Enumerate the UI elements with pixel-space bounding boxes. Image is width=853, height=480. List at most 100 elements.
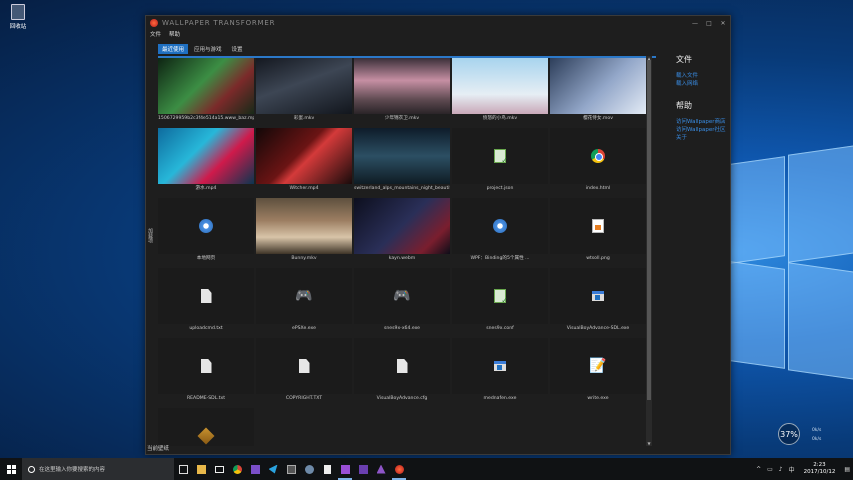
notification-icon[interactable]: ▤: [844, 466, 850, 473]
telegram-icon[interactable]: [264, 458, 282, 480]
grid-item[interactable]: kayn.webm: [354, 198, 450, 268]
help-heading: 帮助: [676, 101, 692, 110]
visual-studio-icon[interactable]: [246, 458, 264, 480]
document-icon[interactable]: [318, 458, 336, 480]
grid-item-caption: uploadcmd.txt: [189, 326, 223, 331]
file-thumbnail: 📝: [550, 338, 646, 394]
cpu-percent: 37%: [780, 429, 798, 439]
start-button[interactable]: [0, 458, 22, 480]
chrome-taskbar-icon[interactable]: [228, 458, 246, 480]
grid-item[interactable]: WPF：Binding的5个属性 ...: [452, 198, 548, 268]
grid-item[interactable]: [158, 408, 254, 446]
upload-speed: 0k/s: [812, 428, 822, 433]
tab-recent[interactable]: 最近使用: [158, 44, 189, 54]
visual-studio-icon-2[interactable]: [336, 458, 354, 480]
menu-help[interactable]: 帮助: [169, 30, 180, 39]
taskbar: 在这里输入你要搜索的内容 ^ ▭ ♪ 中 2:23 2017/10/12 ▤: [0, 458, 853, 480]
grid-item-caption: mednafen.exe: [483, 396, 517, 401]
grid-scrollbar[interactable]: ▲ ▼: [646, 56, 652, 446]
file-explorer-icon[interactable]: [192, 458, 210, 480]
ime-icon[interactable]: 中: [789, 465, 795, 474]
file-thumbnail: [550, 128, 646, 184]
taskbar-clock[interactable]: 2:23 2017/10/12: [804, 462, 836, 476]
maximize-button[interactable]: □: [702, 20, 716, 27]
grid-item[interactable]: 彩蛋.mkv: [256, 58, 352, 128]
visual-studio-icon-3[interactable]: [354, 458, 372, 480]
taskbar-search[interactable]: 在这里输入你要搜索的内容: [22, 458, 174, 480]
file-thumbnail: [550, 268, 646, 324]
grid-item[interactable]: mednafen.exe: [452, 338, 548, 408]
system-monitor-widget[interactable]: 37%: [778, 423, 800, 445]
grid-item[interactable]: 游水.mp4: [158, 128, 254, 198]
grid-item[interactable]: snes9x.conf: [452, 268, 548, 338]
game-app-icon[interactable]: [372, 458, 390, 480]
grid-item-caption: snes9x.conf: [486, 326, 514, 331]
load-file-link[interactable]: 载入文件: [676, 72, 731, 80]
calculator-icon[interactable]: [282, 458, 300, 480]
grid-item[interactable]: 少年锦衣卫.mkv: [354, 58, 450, 128]
grid-item-caption: Witcher.mp4: [289, 186, 319, 191]
scrollbar-thumb[interactable]: [647, 60, 651, 400]
grid-item-caption: project.json: [486, 186, 514, 191]
tray-overflow-icon[interactable]: ^: [756, 466, 761, 473]
grid-item[interactable]: project.json: [452, 128, 548, 198]
doc-icon: [298, 359, 310, 373]
mail-icon[interactable]: [210, 458, 228, 480]
file-thumbnail: 🎮: [354, 268, 450, 324]
minimize-button[interactable]: —: [688, 20, 702, 27]
grid-item[interactable]: VisualBoyAdvance.cfg: [354, 338, 450, 408]
network-icon[interactable]: ▭: [767, 466, 773, 473]
grid-item[interactable]: uploadcmd.txt: [158, 268, 254, 338]
grid-item[interactable]: switzerland_alps_mountains_night_beautif…: [354, 128, 450, 198]
right-panel: 文件 载入文件 载入网络 帮助 访问Wallpaper商店 访问Wallpape…: [676, 54, 731, 142]
grid-item[interactable]: README-SDL.txt: [158, 338, 254, 408]
visit-store-link[interactable]: 访问Wallpaper商店: [676, 118, 731, 126]
file-grid: 1506729959b2c3f4e514a15.www_baz.mp4 彩蛋.mk…: [158, 58, 656, 446]
menu-bar: 文件 帮助: [146, 30, 730, 39]
grid-item[interactable]: 🎮 ePSXe.exe: [256, 268, 352, 338]
grid-item[interactable]: index.html: [550, 128, 646, 198]
windows-start-icon: [6, 464, 16, 474]
grid-item[interactable]: COPYRIGHT.TXT: [256, 338, 352, 408]
visit-community-link[interactable]: 访问Wallpaper社区: [676, 126, 731, 134]
wallpaper-thumbnail: [354, 198, 450, 254]
grid-item[interactable]: VisualBoyAdvance-SDL.exe: [550, 268, 646, 338]
wallpaper-transformer-taskbar-icon[interactable]: [390, 458, 408, 480]
doc-icon: [200, 359, 212, 373]
volume-icon[interactable]: ♪: [779, 466, 783, 473]
load-web-link[interactable]: 载入网络: [676, 80, 731, 88]
exe-icon: [592, 291, 604, 301]
grid-item[interactable]: 愤怒的小鸟.mkv: [452, 58, 548, 128]
app-icon-1[interactable]: [300, 458, 318, 480]
close-button[interactable]: ✕: [716, 20, 730, 27]
title-bar[interactable]: WALLPAPER TRANSFORMER — □ ✕: [146, 16, 730, 30]
json-icon: [494, 149, 508, 165]
scroll-down-icon[interactable]: ▼: [646, 441, 652, 446]
wallpaper-thumbnail: [452, 58, 548, 114]
wallpaper-thumbnail: [354, 58, 450, 114]
edit-icon: 📝: [589, 358, 607, 374]
grid-item[interactable]: wtsoll.png: [550, 198, 646, 268]
tab-apps-games[interactable]: 应用与游戏: [190, 44, 226, 54]
grid-item[interactable]: Bunny.mkv: [256, 198, 352, 268]
plugins-side-label[interactable]: 加载项: [147, 228, 154, 243]
grid-item[interactable]: 1506729959b2c3f4e514a15.www_baz.mp4: [158, 58, 254, 128]
file-thumbnail: [158, 198, 254, 254]
recycle-bin[interactable]: 回收站: [4, 4, 32, 30]
about-link[interactable]: 关于: [676, 134, 731, 142]
grid-item[interactable]: 🎮 snes9x-x64.exe: [354, 268, 450, 338]
task-view-icon[interactable]: [174, 458, 192, 480]
grid-item[interactable]: Witcher.mp4: [256, 128, 352, 198]
window-title: WALLPAPER TRANSFORMER: [162, 19, 276, 27]
menu-file[interactable]: 文件: [150, 30, 161, 39]
grid-item[interactable]: 樱花侍女.mov: [550, 58, 646, 128]
doc-icon: [200, 289, 212, 303]
grid-item-caption: snes9x-x64.exe: [384, 326, 420, 331]
grid-item-caption: 愤怒的小鸟.mkv: [482, 116, 518, 121]
chrome-icon: [591, 149, 605, 163]
json-icon: [494, 289, 508, 305]
app-logo-icon: [150, 19, 158, 27]
grid-item[interactable]: 📝 write.exe: [550, 338, 646, 408]
grid-item[interactable]: 本地网页: [158, 198, 254, 268]
tab-settings[interactable]: 设置: [228, 44, 247, 54]
